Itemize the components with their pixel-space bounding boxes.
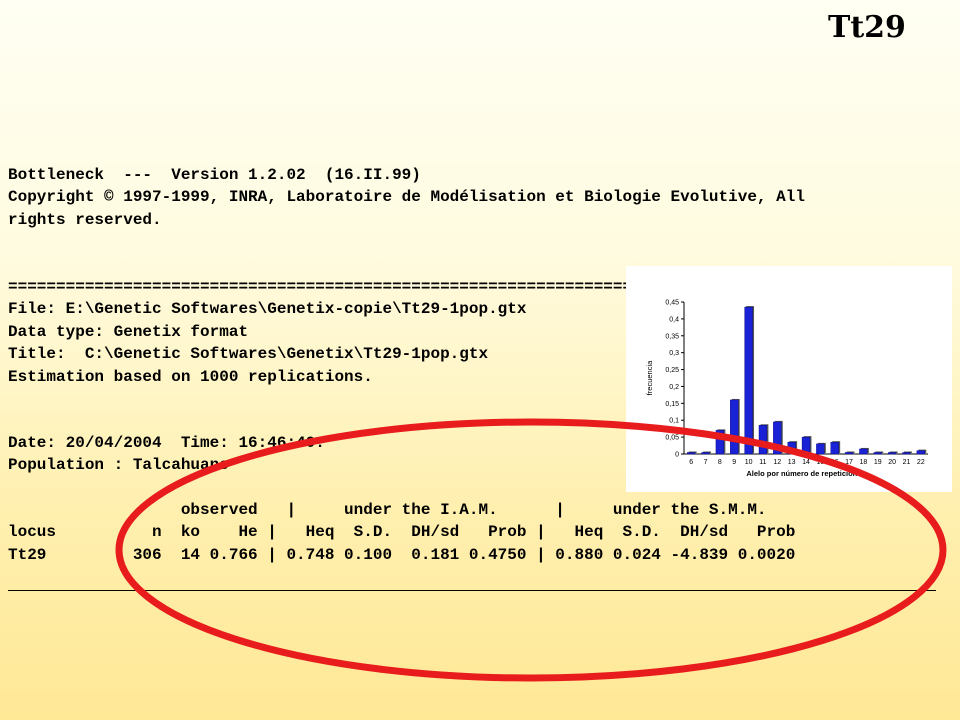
version-line: Bottleneck --- Version 1.2.02 (16.II.99) <box>8 166 421 184</box>
x-tick-label: 21 <box>903 459 911 466</box>
x-tick-label: 13 <box>788 459 796 466</box>
rights-line: rights reserved. <box>8 210 162 229</box>
y-tick-label: 0,05 <box>665 435 679 442</box>
x-tick-label: 9 <box>732 459 736 466</box>
replications-line: Estimation based on 1000 replications. <box>8 367 373 386</box>
table-column-header: locus n ko He | Heq S.D. DH/sd Prob | He… <box>8 523 796 542</box>
bar <box>787 441 796 455</box>
date-line: Date: 20/04/2004 Time: 16:46:40. <box>8 434 325 452</box>
y-tick-label: 0,15 <box>665 401 679 408</box>
bar <box>715 430 725 455</box>
bar <box>887 452 897 455</box>
bar <box>730 399 739 455</box>
bar <box>744 306 753 455</box>
bar <box>873 452 882 455</box>
run-info: Date: 20/04/2004 Time: 16:46:40. Populati… <box>8 432 325 477</box>
file-info: ========================================… <box>8 276 719 388</box>
y-tick-label: 0,45 <box>665 300 679 307</box>
y-tick-label: 0 <box>675 452 679 459</box>
bar <box>844 452 854 455</box>
data-type-line: Data type: Genetix format <box>8 322 249 341</box>
y-tick-label: 0,1 <box>669 418 679 425</box>
bar <box>902 452 911 455</box>
bar <box>859 448 868 455</box>
y-axis-label: frecuencia <box>645 360 654 395</box>
y-tick-label: 0,3 <box>669 350 679 357</box>
table-row: Tt29 306 14 0.766 | 0.748 0.100 0.181 0.… <box>8 545 796 564</box>
slide-title: Tt29 <box>828 10 906 45</box>
program-header: Bottleneck --- Version 1.2.02 (16.II.99)… <box>8 164 805 231</box>
bar <box>830 441 839 455</box>
y-tick-label: 0,25 <box>665 367 679 374</box>
x-tick-label: 19 <box>874 459 882 466</box>
x-tick-label: 22 <box>917 459 925 466</box>
x-tick-label: 17 <box>845 459 853 466</box>
file-line: File: E:\Genetic Softwares\Genetix-copie… <box>8 300 527 319</box>
frequency-chart-svg: 0 0,05 0,1 0,15 0,2 0,25 0,3 0,35 0,4 0,45 6 7 8 9 10 1… <box>645 300 928 478</box>
table-group-header: observed | under the I.A.M. | under the … <box>8 501 767 519</box>
x-tick-label: 8 <box>718 459 722 466</box>
y-tick-label: 0,35 <box>665 333 679 340</box>
bar <box>773 421 782 455</box>
bar <box>701 452 710 455</box>
copyright-line: Copyright © 1997-1999, INRA, Laboratoire… <box>8 188 805 207</box>
x-tick-label: 20 <box>888 459 896 466</box>
separator-line: ========================================… <box>8 278 719 296</box>
x-tick-label: 7 <box>704 459 708 466</box>
bar <box>801 436 811 455</box>
title-line: Title: C:\Genetic Softwares\Genetix\Tt29… <box>8 345 489 364</box>
x-tick-label: 10 <box>745 459 753 466</box>
x-tick-label: 11 <box>759 459 766 466</box>
bar <box>916 450 925 455</box>
bar <box>687 452 696 455</box>
x-tick-label: 15 <box>816 459 824 466</box>
x-tick-label: 6 <box>689 459 693 466</box>
x-tick-label: 16 <box>831 459 839 466</box>
frequency-chart: 0 0,05 0,1 0,15 0,2 0,25 0,3 0,35 0,4 0,45 6 7 8 9 10 1… <box>626 266 952 492</box>
x-axis-label: Alelo por número de repeticiones <box>746 469 865 478</box>
results-table: observed | under the I.A.M. | under the … <box>8 499 795 566</box>
table-rule <box>8 590 936 591</box>
x-tick-label: 12 <box>773 459 781 466</box>
population-line: Population : Talcahuano <box>8 456 229 475</box>
bar <box>758 425 768 455</box>
y-tick-label: 0,4 <box>669 316 679 323</box>
bar <box>816 443 825 455</box>
x-tick-label: 14 <box>802 459 810 466</box>
y-tick-label: 0,2 <box>669 384 679 391</box>
x-tick-label: 18 <box>860 459 868 466</box>
